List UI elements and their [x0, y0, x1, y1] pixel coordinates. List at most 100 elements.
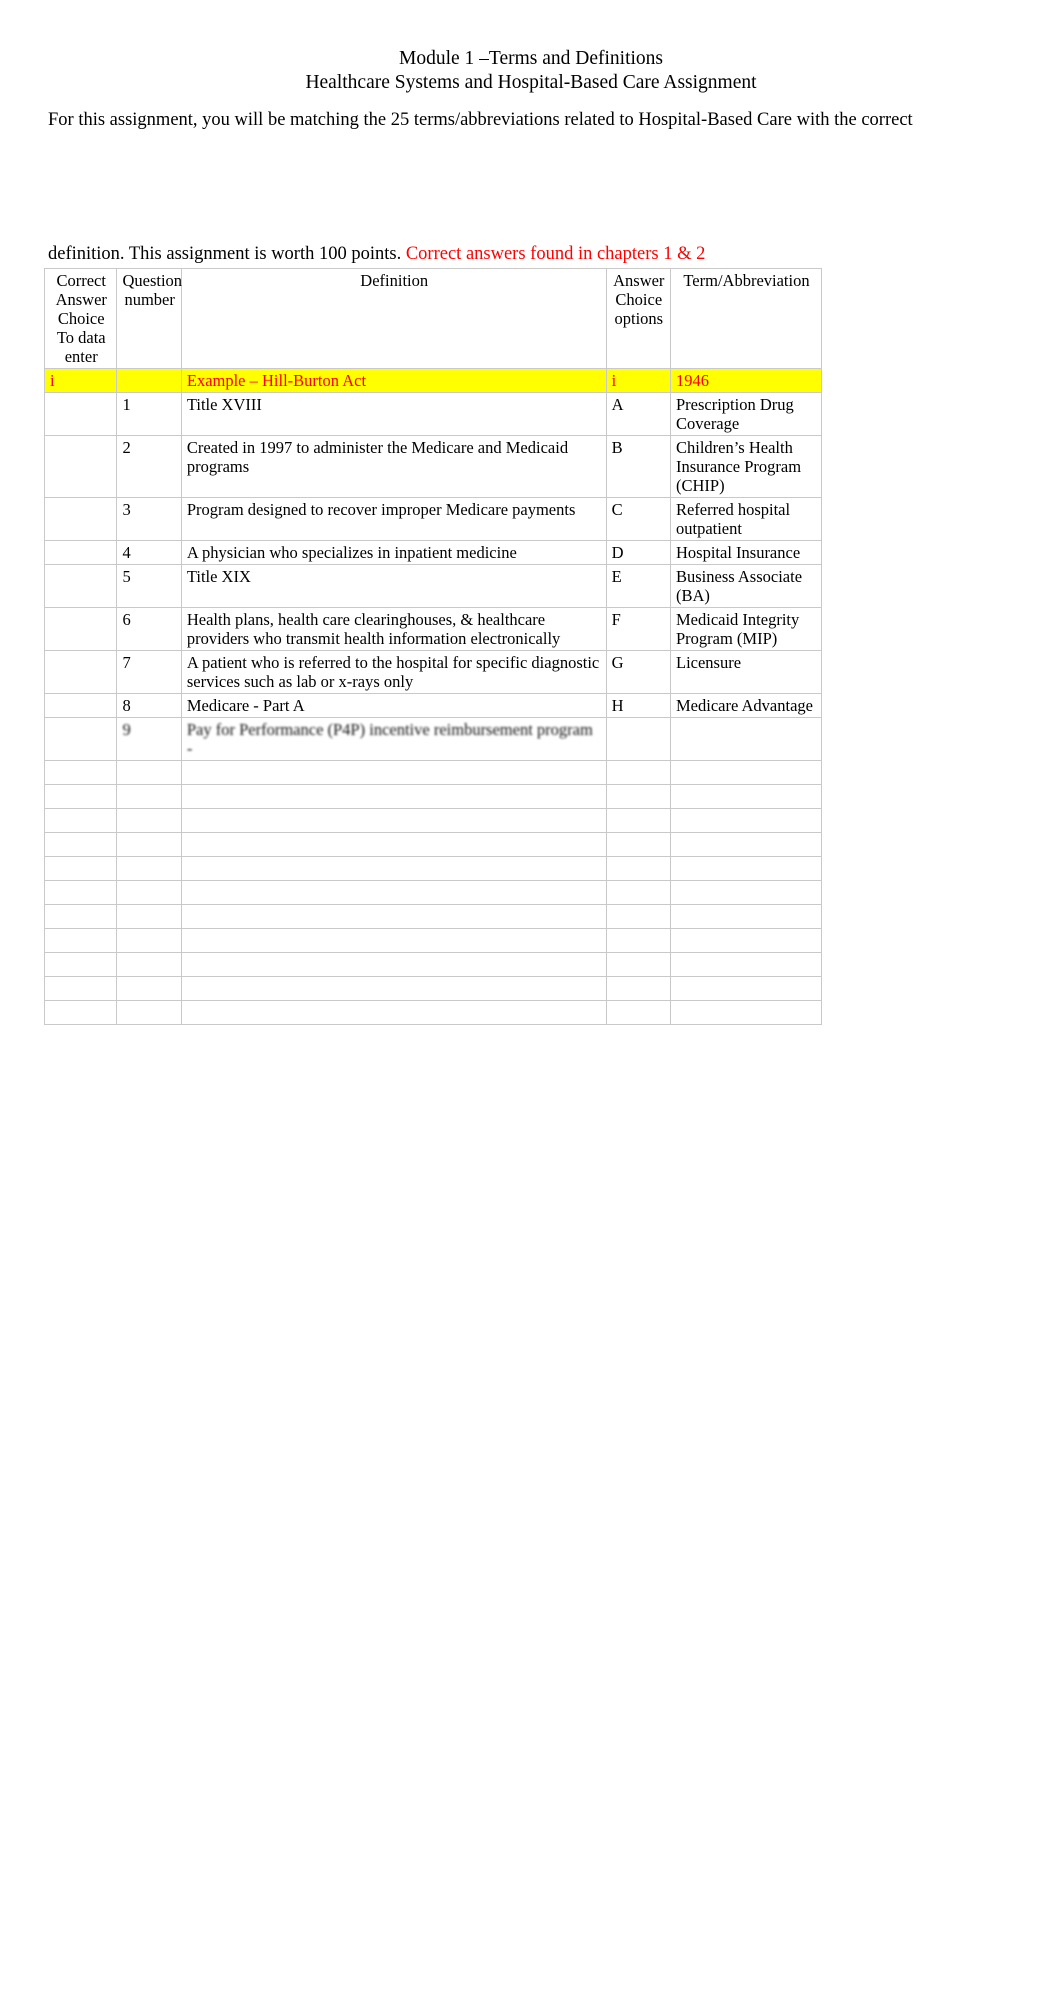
table-header-row: Correct Answer Choice To data enter Ques… [43, 268, 823, 369]
term-cell: Children’s Health Insurance Program (CHI… [669, 435, 823, 498]
choice-cell: G [605, 650, 671, 694]
table-row: 8 Medicare - Part A H Medicare Advantage [43, 693, 823, 718]
table-row: 4A physician who specializes in inpatien… [43, 540, 823, 565]
definition-cell [180, 928, 607, 953]
answer-cell[interactable] [43, 976, 118, 1001]
example-term-cell: 1946 [669, 368, 823, 393]
example-definition-cell: Example – Hill-Burton Act [180, 368, 607, 393]
definition-cell [180, 832, 607, 857]
term-cell [669, 880, 823, 905]
answer-cell[interactable] [43, 540, 118, 565]
header-line: Answer [613, 271, 665, 290]
choice-cell [605, 808, 671, 833]
answer-cell[interactable] [43, 808, 118, 833]
term-cell [669, 976, 823, 1001]
table-row: 2 Created in 1997 to administer the Medic… [43, 435, 823, 498]
term-cell: Prescription Drug Coverage [669, 392, 823, 436]
answer-cell[interactable] [43, 717, 118, 761]
answer-cell[interactable] [43, 564, 118, 608]
table-row [43, 880, 823, 905]
definition-cell [180, 808, 607, 833]
definition-cell [180, 784, 607, 809]
table-row [43, 952, 823, 977]
table-row: 3 Program designed to recover improper Me… [43, 497, 823, 541]
table-row: 5 Title XIX E Business Associate (BA) [43, 564, 823, 608]
choice-cell [605, 832, 671, 857]
definition-cell [180, 952, 607, 977]
header-question-number: Question number [116, 268, 182, 369]
example-row: i Example – Hill-Burton Act i 1946 [43, 368, 823, 393]
definition-cell [180, 1000, 607, 1025]
title-line-1: Module 1 –Terms and Definitions [398, 48, 663, 69]
answer-cell[interactable] [43, 928, 118, 953]
choice-cell: A [605, 392, 671, 436]
answer-cell[interactable] [43, 904, 118, 929]
matching-table: Correct Answer Choice To data enter Ques… [43, 268, 823, 1025]
answer-cell[interactable] [43, 435, 118, 498]
intro-paragraph-1: For this assignment, you will be matchin… [48, 110, 913, 130]
answer-cell[interactable] [43, 880, 118, 905]
definition-cell [180, 856, 607, 881]
table-row [43, 1000, 823, 1025]
term-cell: Licensure [669, 650, 823, 694]
header-answer-choice-options: Answer Choice options [605, 268, 671, 369]
answer-cell[interactable] [43, 650, 118, 694]
definition-cell [180, 976, 607, 1001]
definition-cell: A physician who specializes in inpatient… [180, 540, 607, 565]
header-term-abbreviation: Term/Abbreviation [669, 268, 823, 369]
answer-cell[interactable] [43, 760, 118, 785]
table-header: Correct Answer Choice To data enter Ques… [43, 268, 823, 369]
choice-cell: D [605, 540, 671, 565]
answer-cell[interactable] [43, 1000, 118, 1025]
number-cell [116, 760, 182, 785]
table-row: 1 Title XVIII A Prescription Drug Coverage [43, 392, 823, 436]
table-row [43, 976, 823, 1001]
term-cell: Referred hospital outpatient [669, 497, 823, 541]
term-cell: Medicare Advantage [669, 693, 823, 718]
table-row [43, 760, 823, 785]
answer-cell[interactable] [43, 607, 118, 651]
number-cell: 6 [116, 607, 182, 651]
number-cell [116, 928, 182, 953]
choice-cell [605, 717, 671, 761]
table-row [43, 856, 823, 881]
number-cell: 9 [116, 717, 182, 761]
number-cell: 3 [116, 497, 182, 541]
answer-cell[interactable] [43, 497, 118, 541]
table-row [43, 928, 823, 953]
number-cell [116, 952, 182, 977]
number-cell [116, 832, 182, 857]
choice-cell [605, 1000, 671, 1025]
answer-cell[interactable] [43, 392, 118, 436]
table-row [43, 904, 823, 929]
definition-cell: Health plans, health care clearinghouses… [180, 607, 607, 651]
header-correct-answer-choice: Correct Answer Choice To data enter [43, 268, 118, 369]
header-definition: Definition [180, 268, 607, 369]
definition-cell: A patient who is referred to the hospita… [180, 650, 607, 694]
term-cell: Hospital Insurance [669, 540, 823, 565]
definition-cell: Title XVIII [180, 392, 607, 436]
choice-cell: E [605, 564, 671, 608]
choice-cell: F [605, 607, 671, 651]
header-line: enter [64, 347, 98, 366]
definition-cell [180, 760, 607, 785]
answer-cell[interactable] [43, 952, 118, 977]
table-row: 6 Health plans, health care clearinghouse… [43, 607, 823, 651]
answer-cell[interactable] [43, 856, 118, 881]
answer-cell[interactable] [43, 784, 118, 809]
document-page: Module 1 –Terms and Definitions Healthca… [0, 0, 1062, 1993]
number-cell [116, 1000, 182, 1025]
definition-cell: Program designed to recover improper Med… [180, 497, 607, 541]
definition-cell [180, 880, 607, 905]
example-answer-cell[interactable]: i [43, 368, 118, 393]
definition-cell: Created in 1997 to administer the Medica… [180, 435, 607, 498]
definition-cell: Pay for Performance (P4P) incentive reim… [180, 717, 607, 761]
term-cell [669, 808, 823, 833]
choice-cell [605, 952, 671, 977]
number-cell: 8 [116, 693, 182, 718]
answer-cell[interactable] [43, 693, 118, 718]
number-cell: 4 [116, 540, 182, 565]
table-row: 9 Pay for Performance (P4P) incentive rei… [43, 717, 823, 761]
answer-cell[interactable] [43, 832, 118, 857]
number-cell [116, 784, 182, 809]
